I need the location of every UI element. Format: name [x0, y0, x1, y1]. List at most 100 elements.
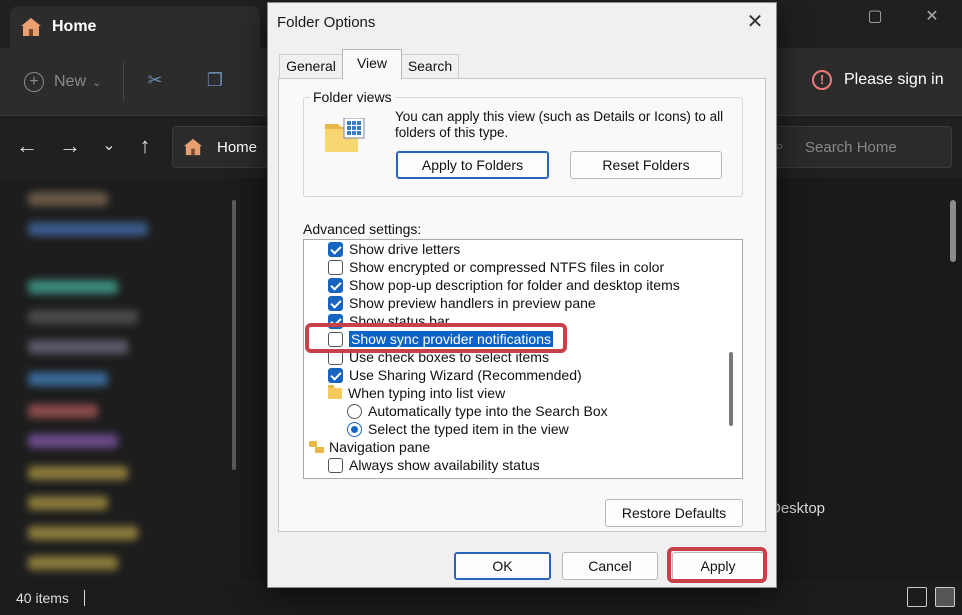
- setting-label: Show pop-up description for folder and d…: [349, 277, 680, 293]
- dialog-title: Folder Options: [277, 14, 376, 31]
- desktop-item-label: Desktop: [770, 500, 826, 517]
- setting-use-sharing-wizard[interactable]: Use Sharing Wizard (Recommended): [328, 366, 582, 384]
- checkbox-checked-icon[interactable]: [328, 313, 343, 329]
- sidebar-item[interactable]: [28, 222, 148, 236]
- checkbox-unchecked-icon[interactable]: [328, 349, 343, 365]
- home-icon: [184, 138, 202, 156]
- restore-defaults-button[interactable]: Restore Defaults: [605, 499, 743, 527]
- ok-button[interactable]: OK: [454, 552, 551, 580]
- chevron-down-icon: ⌄: [92, 76, 102, 89]
- folder-icon: [328, 384, 342, 399]
- setting-label: Use Sharing Wizard (Recommended): [349, 367, 582, 383]
- sidebar-item[interactable]: [28, 340, 128, 354]
- navigation-sidebar: [0, 178, 240, 580]
- sidebar-item[interactable]: [28, 310, 138, 324]
- apply-to-folders-button[interactable]: Apply to Folders: [396, 151, 549, 179]
- setting-label: Automatically type into the Search Box: [368, 403, 608, 419]
- folder-views-group: Folder views You can apply this view (su…: [303, 89, 743, 197]
- explorer-tab-home[interactable]: Home: [10, 6, 260, 48]
- setting-show-popup-description[interactable]: Show pop-up description for folder and d…: [328, 276, 680, 294]
- back-arrow-icon[interactable]: ←: [14, 134, 40, 160]
- setting-label: Use check boxes to select items: [349, 349, 549, 365]
- folder-views-label: Folder views: [310, 89, 395, 105]
- warning-icon: !: [812, 70, 832, 90]
- cut-icon[interactable]: ✂: [143, 70, 167, 94]
- checkbox-checked-icon[interactable]: [328, 277, 343, 293]
- apply-button[interactable]: Apply: [672, 552, 764, 580]
- search-placeholder: Search Home: [805, 138, 897, 156]
- view-tab-panel: Folder views You can apply this view (su…: [278, 78, 766, 532]
- status-divider: [84, 590, 85, 606]
- sidebar-scrollbar[interactable]: [232, 200, 236, 470]
- new-button[interactable]: + New ⌄: [24, 72, 101, 92]
- search-icon: ⌕: [775, 138, 784, 155]
- setting-group-label: Navigation pane: [329, 439, 431, 455]
- sidebar-item[interactable]: [28, 434, 118, 448]
- up-arrow-icon[interactable]: ↑: [132, 134, 158, 160]
- toolbar-divider: [123, 62, 124, 102]
- reset-folders-button[interactable]: Reset Folders: [570, 151, 722, 179]
- sidebar-item[interactable]: [28, 404, 98, 418]
- folder-options-dialog: Folder Options ✕ General View Search Fol…: [267, 2, 777, 588]
- sidebar-item[interactable]: [28, 192, 108, 206]
- checkbox-unchecked-icon[interactable]: [328, 457, 343, 473]
- sidebar-item[interactable]: [28, 496, 108, 510]
- radio-unselected-icon[interactable]: [347, 403, 362, 419]
- setting-show-preview-handlers[interactable]: Show preview handlers in preview pane: [328, 294, 596, 312]
- tab-view[interactable]: View: [342, 49, 402, 79]
- setting-label: Show encrypted or compressed NTFS files …: [349, 259, 665, 275]
- close-window-button[interactable]: ✕: [912, 6, 952, 28]
- sidebar-item[interactable]: [28, 280, 118, 294]
- setting-auto-type-search-box[interactable]: Automatically type into the Search Box: [347, 402, 608, 420]
- setting-show-sync-provider-notifications[interactable]: Show sync provider notifications: [328, 330, 554, 348]
- forward-arrow-icon[interactable]: →: [57, 134, 83, 160]
- sidebar-item[interactable]: [28, 466, 128, 480]
- sidebar-item[interactable]: [28, 372, 108, 386]
- checkbox-unchecked-icon[interactable]: [328, 331, 343, 347]
- setting-label: Show drive letters: [349, 241, 461, 257]
- setting-show-encrypted-color[interactable]: Show encrypted or compressed NTFS files …: [328, 258, 664, 276]
- checkbox-checked-icon[interactable]: [328, 295, 343, 311]
- setting-label-selected: Show sync provider notifications: [348, 330, 554, 348]
- setting-group-navigation-pane: Navigation pane: [309, 438, 430, 456]
- tab-general[interactable]: General: [279, 54, 343, 78]
- checkbox-checked-icon[interactable]: [328, 241, 343, 257]
- setting-select-typed-item[interactable]: Select the typed item in the view: [347, 420, 569, 438]
- tiles-view-icon[interactable]: [935, 587, 955, 607]
- radio-selected-icon[interactable]: [347, 421, 362, 437]
- recent-chevron-icon[interactable]: ⌄: [96, 134, 122, 160]
- cancel-button[interactable]: Cancel: [562, 552, 658, 580]
- advanced-list-scrollbar[interactable]: [729, 352, 733, 426]
- folder-views-description: You can apply this view (such as Details…: [395, 109, 724, 140]
- setting-show-status-bar[interactable]: Show status bar: [328, 312, 449, 330]
- folder-views-icon: [325, 118, 365, 152]
- home-icon: [21, 18, 41, 36]
- close-icon[interactable]: ✕: [742, 11, 768, 35]
- content-scrollbar[interactable]: [950, 200, 956, 262]
- sidebar-item[interactable]: [28, 556, 118, 570]
- setting-label: Always show availability status: [349, 457, 540, 473]
- setting-label: Show preview handlers in preview pane: [349, 295, 596, 311]
- search-input[interactable]: ⌕ Search Home: [770, 126, 952, 168]
- new-label: New: [54, 73, 87, 90]
- checkbox-unchecked-icon[interactable]: [328, 259, 343, 275]
- sidebar-item[interactable]: [28, 526, 138, 540]
- setting-use-check-boxes[interactable]: Use check boxes to select items: [328, 348, 549, 366]
- navigation-pane-icon: [309, 440, 325, 454]
- address-bar[interactable]: Home: [172, 126, 272, 168]
- advanced-settings-list[interactable]: Show drive letters Show encrypted or com…: [303, 239, 743, 479]
- plus-icon: +: [24, 72, 44, 92]
- sign-in-notice[interactable]: ! Please sign in: [812, 70, 944, 90]
- sign-in-text: Please sign in: [844, 71, 944, 88]
- setting-show-drive-letters[interactable]: Show drive letters: [328, 240, 460, 258]
- setting-label: Select the typed item in the view: [368, 421, 569, 437]
- explorer-tab-title: Home: [52, 18, 97, 35]
- checkbox-checked-icon[interactable]: [328, 367, 343, 383]
- details-view-icon[interactable]: [907, 587, 927, 607]
- setting-always-show-availability[interactable]: Always show availability status: [328, 456, 540, 474]
- setting-label: Show status bar: [349, 313, 450, 329]
- copy-icon[interactable]: ❐: [203, 70, 227, 94]
- advanced-settings-label: Advanced settings:: [303, 221, 422, 237]
- maximize-button[interactable]: ▢: [855, 6, 895, 28]
- tab-search[interactable]: Search: [401, 54, 459, 78]
